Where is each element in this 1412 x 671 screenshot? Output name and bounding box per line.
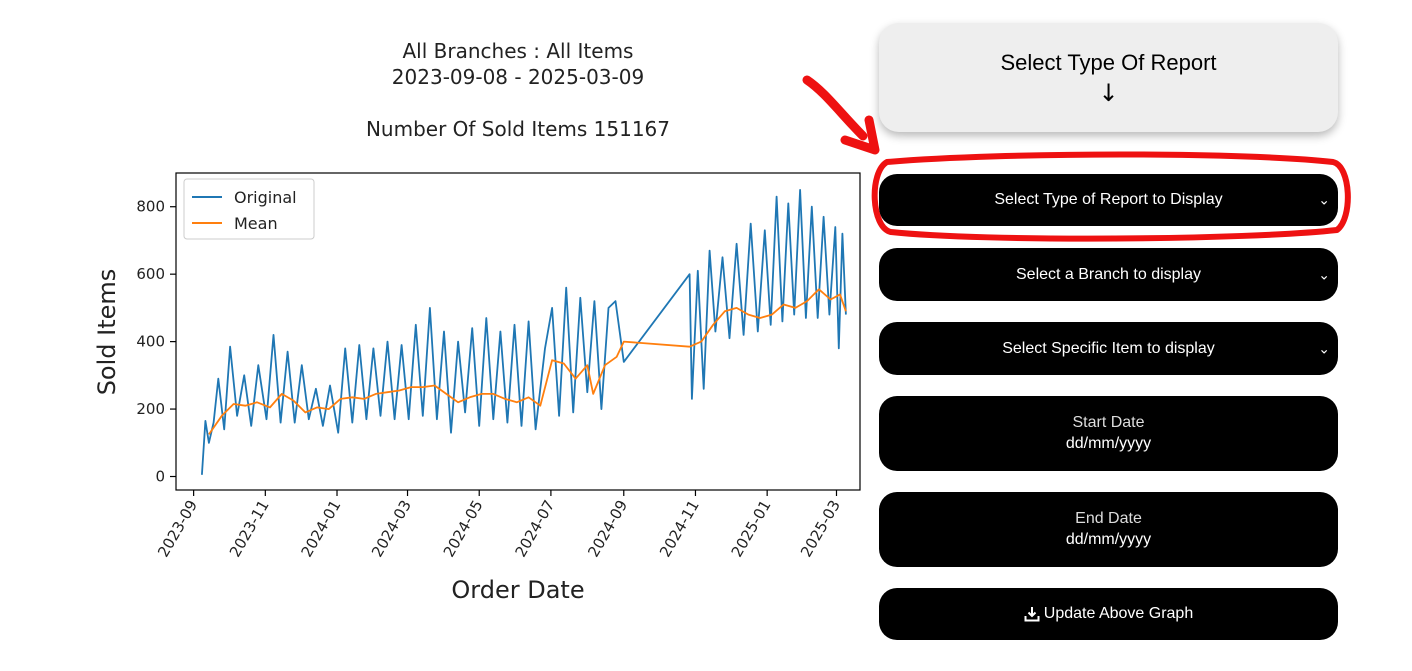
x-tick-label: 2024-11 (656, 497, 703, 560)
x-tick-label: 2024-01 (298, 497, 345, 560)
x-tick-label: 2025-01 (728, 497, 775, 560)
start-date-label: Start Date (1072, 414, 1145, 431)
report-header-title: Select Type Of Report (1000, 49, 1217, 75)
update-graph-label: Update Above Graph (1043, 605, 1194, 622)
start-date-field[interactable]: Start Date dd/mm/yyyy (879, 396, 1338, 471)
x-tick-label: 2023-11 (226, 497, 273, 560)
branch-select-label: Select a Branch to display (1016, 265, 1201, 283)
y-tick-label: 600 (136, 265, 165, 283)
item-select-label: Select Specific Item to display (1002, 339, 1215, 357)
x-tick-label: 2024-05 (440, 497, 487, 560)
branch-select[interactable]: Select a Branch to display ⌄ (879, 248, 1338, 301)
report-type-header[interactable]: Select Type Of Report ↓ (879, 23, 1338, 132)
chevron-down-icon: ⌄ (1318, 266, 1330, 282)
chevron-down-icon: ⌄ (1318, 191, 1330, 208)
end-date-input[interactable]: dd/mm/yyyy (1066, 531, 1151, 549)
report-type-select-label: Select Type of Report to Display (994, 191, 1223, 208)
sold-items-chart: All Branches : All Items2023-09-08 - 202… (93, 39, 861, 604)
x-tick-label: 2024-07 (511, 497, 558, 560)
legend-label-original: Original (234, 188, 297, 207)
end-date-label: End Date (1075, 510, 1142, 527)
update-graph-button[interactable]: Update Above Graph (879, 588, 1338, 640)
chart-area: All Branches : All Items 2023-09-08 - 202… (60, 30, 880, 660)
x-tick-label: 2023-09 (154, 497, 201, 560)
y-tick-label: 0 (155, 468, 165, 486)
chart-title-line: Number Of Sold Items 151167 (366, 117, 670, 141)
legend-label-mean: Mean (234, 214, 278, 233)
report-type-select[interactable]: Select Type of Report to Display ⌄ (879, 174, 1338, 226)
chevron-down-icon: ⌄ (1318, 340, 1330, 356)
chart-title-line: All Branches : All Items (403, 39, 634, 63)
y-tick-label: 800 (136, 198, 165, 216)
item-select[interactable]: Select Specific Item to display ⌄ (879, 322, 1338, 375)
download-icon (1024, 607, 1040, 622)
chart-title-line: 2023-09-08 - 2025-03-09 (392, 65, 644, 89)
x-axis-label: Order Date (451, 576, 584, 604)
y-axis-label: Sold Items (93, 269, 121, 396)
y-tick-label: 400 (136, 333, 165, 351)
x-tick-label: 2024-09 (584, 497, 631, 560)
series-line-mean (208, 288, 847, 435)
start-date-input[interactable]: dd/mm/yyyy (1066, 435, 1151, 453)
arrow-down-icon: ↓ (1098, 78, 1119, 107)
x-tick-label: 2025-03 (797, 497, 844, 560)
y-tick-label: 200 (136, 400, 165, 418)
end-date-field[interactable]: End Date dd/mm/yyyy (879, 492, 1338, 567)
x-tick-label: 2024-03 (368, 497, 415, 560)
